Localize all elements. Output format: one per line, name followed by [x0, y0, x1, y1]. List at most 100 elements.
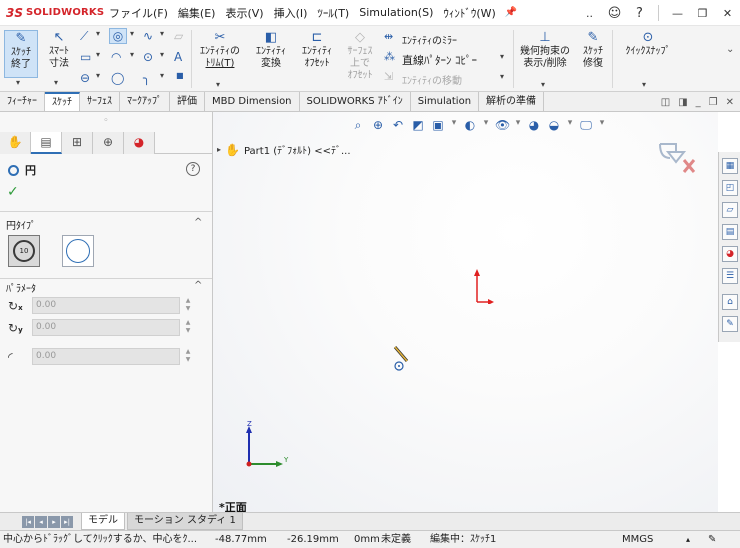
linear-pattern-link[interactable]: 直線ﾊﾟﾀｰﾝ ｺﾋﾟｰ [402, 52, 477, 68]
part-tree-label[interactable]: Part1 (ﾃﾞﾌｫﾙﾄ) <<ﾃﾞ... [244, 142, 351, 157]
menu-window[interactable]: ｳｨﾝﾄﾞｳ(W) [438, 5, 500, 21]
collapse-caret-icon[interactable]: ^ [194, 280, 202, 291]
tab-model[interactable]: モデル [81, 513, 125, 530]
quick-snap-button[interactable]: ⊙ ｸｲｯｸｽﾅｯﾌﾟ [615, 30, 681, 60]
line-dropdown-icon[interactable]: ▾ [96, 29, 100, 38]
mirror-entities-link[interactable]: ｴﾝﾃｨﾃｨのﾐﾗｰ [402, 32, 457, 47]
tab-mbd-dimension[interactable]: MBD Dimension [205, 92, 300, 111]
view-settings-icon[interactable]: 🖵 [579, 118, 593, 133]
doc-restore-icon[interactable]: ❐ [709, 97, 718, 108]
previous-view-icon[interactable]: ↶ [391, 118, 405, 133]
minimize-button[interactable]: — [665, 7, 690, 20]
doc-close-icon[interactable]: ✕ [726, 97, 734, 108]
relations-dropdown-icon[interactable]: ▾ [541, 80, 545, 89]
arc-dropdown-icon[interactable]: ▾ [130, 50, 134, 59]
forum-icon[interactable]: ✎ [722, 316, 738, 332]
slot-dropdown-icon[interactable]: ▾ [96, 71, 100, 80]
radius-field[interactable]: 0.00 [32, 348, 180, 365]
move-entities-link[interactable]: ｴﾝﾃｨﾃｨの移動 [402, 72, 462, 87]
help-icon[interactable]: ? [627, 6, 652, 21]
configuration-manager-tab-icon[interactable]: ⊞ [62, 132, 93, 154]
dropdown-icon[interactable]: ▾ [599, 118, 605, 133]
appearances-icon[interactable]: ◕ [722, 246, 738, 262]
linear-pattern-icon[interactable]: ⁂ [384, 50, 395, 63]
center-y-spinner[interactable]: ▲ ▼ [182, 319, 194, 336]
spline-dropdown-icon[interactable]: ▾ [160, 29, 164, 38]
close-button[interactable]: ✕ [715, 7, 740, 20]
ok-check-icon[interactable]: ✓ [7, 184, 19, 200]
file-explorer-icon[interactable]: ▱ [722, 202, 738, 218]
collapse-caret-icon[interactable]: ^ [194, 217, 202, 228]
flyout-feature-tree[interactable]: ▸ ✋ Part1 (ﾃﾞﾌｫﾙﾄ) <<ﾃﾞ... [217, 142, 351, 158]
fillet-icon[interactable]: ╮ [143, 71, 150, 85]
tab-analysis-prep[interactable]: 解析の準備 [479, 92, 545, 111]
display-relations-button[interactable]: ⊥ 幾何拘束の 表示/削除 [517, 30, 573, 80]
circle-tool-icon[interactable]: ◎ [109, 28, 127, 44]
cancel-sketch-icon[interactable] [682, 159, 696, 173]
trim-dropdown-icon[interactable]: ▾ [216, 80, 220, 89]
menu-edit[interactable]: 編集(E) [173, 5, 221, 21]
first-tab-icon[interactable]: |◂ [22, 515, 34, 528]
fillet-dropdown-icon[interactable]: ▾ [160, 71, 164, 80]
solidworks-resources-icon[interactable]: ▦ [722, 158, 738, 174]
slot-icon[interactable]: ⊖ [80, 71, 90, 85]
split-icon[interactable]: ◨ [678, 97, 687, 108]
units-selector[interactable]: MMGS [622, 531, 653, 548]
tab-features[interactable]: ﾌｨｰﾁｬｰ [0, 92, 45, 111]
center-y-field[interactable]: 0.00 [32, 319, 180, 336]
dimxpert-tab-icon[interactable]: ⊕ [93, 132, 124, 154]
feature-manager-tab-icon[interactable]: ✋ [0, 132, 31, 154]
move-entities-icon[interactable]: ⇲ [384, 70, 393, 83]
dropdown-icon[interactable]: ▾ [483, 118, 489, 133]
surface-offset-button[interactable]: ◇ ｻｰﾌｪｽ 上で ｵﾌｾｯﾄ [340, 30, 380, 88]
offset-entities-button[interactable]: ⊏ ｴﾝﾃｨﾃｨ ｵﾌｾｯﾄ [295, 30, 339, 80]
menu-file[interactable]: ファイル(F) [104, 5, 173, 21]
exit-sketch-dropdown-icon[interactable]: ▾ [16, 78, 20, 87]
confirm-exit-sketch-icon[interactable] [659, 143, 687, 164]
expand-arrow-icon[interactable]: ▸ [217, 145, 221, 154]
convert-entities-button[interactable]: ◧ ｴﾝﾃｨﾃｨ 変換 [248, 30, 294, 80]
restore-button[interactable]: ❐ [690, 7, 715, 20]
center-x-field[interactable]: 0.00 [32, 297, 180, 314]
notification-icon[interactable]: ✎ [708, 531, 716, 548]
hide-show-icon[interactable]: 👁 [495, 118, 510, 133]
text-icon[interactable]: A [174, 50, 182, 64]
panel-collapse-handle[interactable]: ◦ [0, 112, 212, 132]
polygon-icon[interactable]: ⊙ [143, 50, 153, 64]
dropdown-icon[interactable]: ▾ [451, 118, 457, 133]
menu-insert[interactable]: 挿入(I) [269, 5, 313, 21]
quick-snap-dropdown-icon[interactable]: ▾ [642, 80, 646, 89]
arc-icon[interactable]: ◠ [111, 50, 121, 64]
zoom-area-icon[interactable]: ⊕ [371, 118, 385, 133]
tile-icon[interactable]: ◫ [661, 97, 670, 108]
more-button[interactable]: .. [577, 7, 602, 20]
units-dropdown-icon[interactable]: ▴ [686, 531, 690, 548]
previous-tab-icon[interactable]: ◂ [35, 515, 47, 528]
plane-icon[interactable]: ▱ [174, 29, 183, 43]
solidworks-logo[interactable]: 3S SOLIDWORKS [0, 6, 104, 20]
display-manager-tab-icon[interactable]: ◕ [124, 132, 155, 154]
smart-dimension-button[interactable]: ↖ ｽﾏｰﾄ 寸法 [42, 30, 76, 78]
view-palette-icon[interactable]: ▤ [722, 224, 738, 240]
center-x-spinner[interactable]: ▲ ▼ [182, 297, 194, 314]
line-icon[interactable]: ⟋ [80, 29, 88, 44]
repair-sketch-button[interactable]: ✎ ｽｹｯﾁ 修復 [575, 30, 611, 80]
move-entities-dropdown-icon[interactable]: ▾ [500, 72, 504, 81]
menu-view[interactable]: 表示(V) [220, 5, 268, 21]
tab-motion-study[interactable]: モーション スタディ 1 [127, 513, 243, 530]
edit-appearance-icon[interactable]: ◕ [527, 118, 541, 133]
display-style-icon[interactable]: ◐ [463, 118, 477, 133]
dropdown-icon[interactable]: ▾ [567, 118, 573, 133]
home-icon[interactable]: ⌂ [722, 294, 738, 310]
dropdown-icon[interactable]: ▾ [515, 118, 521, 133]
radius-spinner[interactable]: ▲ ▼ [182, 348, 194, 365]
tab-simulation[interactable]: Simulation [411, 92, 480, 111]
tab-sketch[interactable]: ｽｹｯﾁ [45, 92, 80, 111]
help-icon[interactable]: ? [186, 162, 200, 176]
custom-properties-icon[interactable]: ☰ [722, 268, 738, 284]
next-tab-icon[interactable]: ▸ [48, 515, 60, 528]
point-icon[interactable]: ■ [176, 71, 184, 80]
center-circle-button[interactable]: 10 [8, 235, 40, 267]
tab-solidworks-addins[interactable]: SOLIDWORKS ｱﾄﾞｲﾝ [300, 92, 411, 111]
menu-simulation[interactable]: Simulation(S) [354, 6, 438, 19]
